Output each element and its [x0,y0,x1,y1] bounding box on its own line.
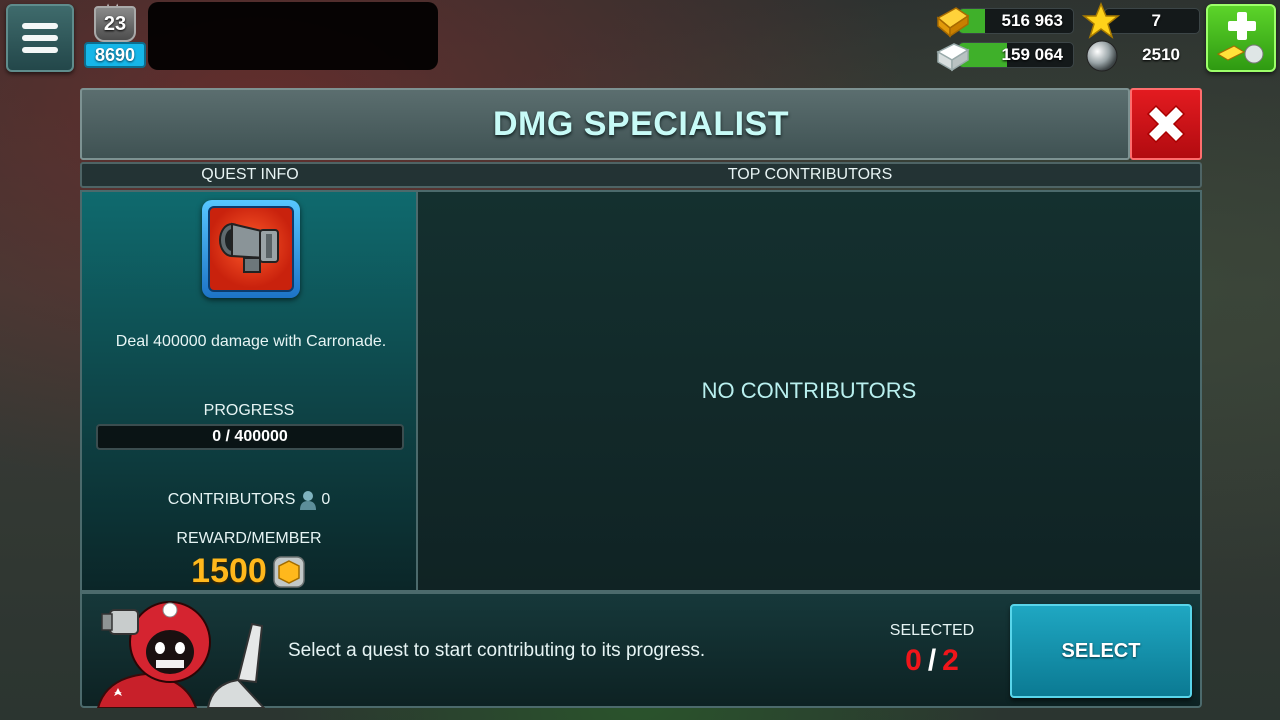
dialog-title: DMG SPECIALIST [492,104,790,143]
player-level: 23 [103,12,127,35]
reward-row: 1500 [82,552,416,591]
buy-resources-button[interactable] [1206,4,1276,72]
player-xp: 8690 [84,42,146,68]
selected-count: 0/2 [862,644,1002,678]
selected-label: SELECTED [889,622,975,639]
quest-info-panel: Deal 400000 damage with Carronade. PROGR… [80,190,418,592]
quest-info-header: QUEST INFO [201,166,299,183]
reward-label: REWARD/MEMBER [176,530,322,547]
reward-amount: 1500 [191,552,267,590]
pearl-amount: 2510 [1142,45,1180,64]
menu-icon-bar [22,47,58,53]
mascot-character-icon [96,601,266,708]
select-button-label: SELECT [1061,639,1141,662]
quest-icon-frame [202,200,300,298]
top-contributors-header: TOP CONTRIBUTORS [727,166,893,183]
stone-amount: 159 064 [1001,45,1063,64]
pearl-icon [1086,40,1118,72]
person-icon [300,491,317,510]
stone-block-icon [936,43,970,72]
menu-button[interactable] [6,4,74,72]
contributors-count-row: CONTRIBUTORS 0 [82,490,416,510]
dialog-footer: Select a quest to start contributing to … [80,592,1202,708]
player-xp-value: 8690 [94,44,136,65]
section-headers: QUEST INFO TOP CONTRIBUTORS [80,162,1202,188]
progress-label: PROGRESS [203,402,295,419]
no-contributors-message: NO CONTRIBUTORS [701,378,917,403]
selected-max: 2 [942,644,959,677]
select-button[interactable]: SELECT [1010,604,1192,698]
selected-separator: / [927,644,937,677]
footer-hint: Select a quest to start contributing to … [288,640,706,661]
close-icon [1146,104,1186,144]
gold-bar-icon [936,7,970,38]
close-button[interactable] [1130,88,1202,160]
selected-current: 0 [905,644,922,677]
carronade-cannon-icon [219,222,279,273]
star-icon [1082,2,1120,39]
stone-resource[interactable]: 159 064 [958,42,1074,68]
quest-dialog: DMG SPECIALIST QUEST INFO TOP CONTRIBUTO… [80,88,1202,708]
gold-amount: 516 963 [1001,11,1063,30]
plus-icon [1216,12,1264,64]
star-amount: 7 [1151,11,1161,30]
player-level-badge[interactable]: 23 [94,6,136,42]
player-name-redacted [148,2,438,70]
menu-icon-bar [22,23,58,29]
contributors-label: CONTRIBUTORS [167,491,296,508]
quest-progress-bar: 0 / 400000 [96,424,404,450]
progress-text: 0 / 400000 [212,428,288,445]
gold-resource[interactable]: 516 963 [958,8,1074,34]
dialog-title-bar: DMG SPECIALIST [80,88,1130,160]
quest-description: Deal 400000 damage with Carronade. [115,333,387,350]
menu-icon-bar [22,35,58,41]
reward-token-icon [273,555,305,588]
top-contributors-panel: NO CONTRIBUTORS [418,190,1202,592]
contributors-count: 0 [321,491,331,508]
